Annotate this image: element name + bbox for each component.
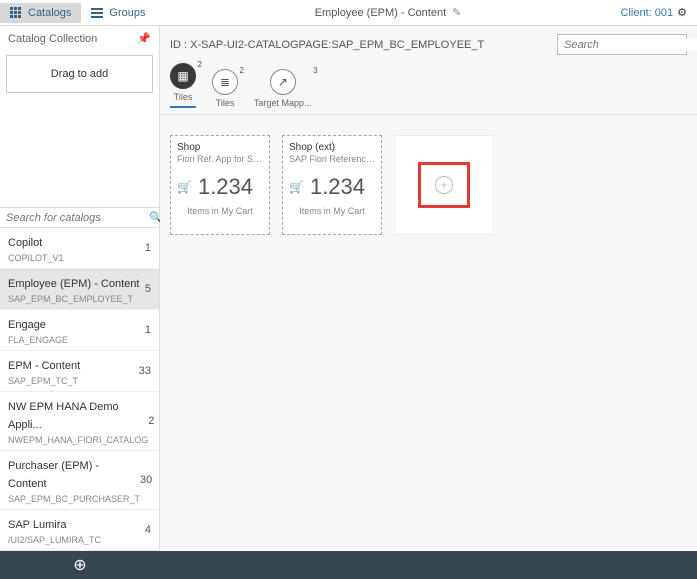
catalog-search[interactable]: 🔍 [0,207,159,228]
catalog-sub: SAP_EPM_BC_PURCHASER_T [8,494,140,504]
pencil-icon[interactable]: ✎ [452,6,461,19]
tile-sub: Fiori Ref. App for SA... [177,154,263,164]
catalog-count: 33 [139,365,151,377]
catalog-item[interactable]: Engage FLA_ENGAGE 1 [0,310,159,351]
catalog-sub: FLA_ENGAGE [8,335,68,345]
content-search[interactable]: 🔍 [557,34,687,55]
main-area: Catalog Collection 📌 Drag to add 🔍 Copil… [0,26,697,579]
drag-to-add[interactable]: Drag to add [6,55,153,93]
bottom-strip [160,551,697,579]
catalog-item[interactable]: Purchaser (EPM) - Content SAP_EPM_BC_PURC… [0,451,159,510]
catalog-sub: SAP_EPM_BC_EMPLOYEE_T [8,294,139,304]
header-right: Client: 001 ⚙ [621,6,697,19]
viewtab-badge: 3 [313,66,317,75]
sidebar: Catalog Collection 📌 Drag to add 🔍 Copil… [0,26,160,579]
viewtab-icon: ▦ [170,63,196,89]
catalog-name: Copilot [8,237,42,249]
grid-icon [10,7,22,19]
catalog-name: Engage [8,319,46,331]
drag-label: Drag to add [51,68,108,80]
pin-icon[interactable]: 📌 [137,32,151,45]
catalog-count: 4 [145,524,151,536]
viewtab-label: Target Mapp... [254,98,312,108]
catalog-sub: NWEPM_HANA_FIORI_CATALOG [8,435,148,445]
catalog-name: Employee (EPM) - Content [8,278,139,290]
header-title-area: Employee (EPM) - Content ✎ [156,6,621,19]
content-fill [160,255,697,551]
view-tab[interactable]: ▦2Tiles [170,63,196,108]
sidebar-head: Catalog Collection 📌 [0,26,159,51]
catalog-list[interactable]: Copilot COPILOT_V1 1 Employee (EPM) - Conte… [0,228,159,551]
catalog-item[interactable]: SAP Lumira/UI2/SAP_LUMIRA_TC 4 [0,510,159,551]
client-label: Client: 001 [621,7,674,19]
tab-catalogs[interactable]: Catalogs [0,3,81,23]
catalog-search-input[interactable] [6,212,149,224]
viewtab-icon: ↗ [270,69,296,95]
tile-footer: Items in My Cart [177,206,263,216]
tile-value: 🛒1.234 [177,174,263,200]
content-area: ID : X-SAP-UI2-CATALOGPAGE:SAP_EPM_BC_EM… [160,26,697,579]
view-tab[interactable]: ↗3Target Mapp... [254,69,312,108]
tab-label: Groups [109,7,145,19]
tile-value: 🛒1.234 [289,174,375,200]
catalog-count: 1 [145,324,151,336]
catalog-name: Purchaser (EPM) - Content [8,460,99,490]
cart-icon: 🛒 [289,180,304,194]
catalog-count: 5 [145,283,151,295]
tile-sub: SAP Fiori Reference... [289,154,375,164]
app-header: Catalogs Groups Employee (EPM) - Content… [0,0,697,26]
sidebar-spacer [0,97,159,207]
header-left: Catalogs Groups [0,3,156,23]
sidebar-footer: ⊕ [0,551,160,579]
viewtab-label: Tiles [216,98,235,108]
viewtab-icon: ≣ [212,69,238,95]
catalog-name: EPM - Content [8,360,80,372]
catalog-count: 30 [140,474,152,486]
content-search-input[interactable] [564,39,697,51]
sidebar-title: Catalog Collection [8,33,97,45]
viewtab-label: Tiles [174,92,193,102]
catalog-count: 1 [145,242,151,254]
viewtab-badge: 2 [198,60,202,69]
tiles-area: ShopFiori Ref. App for SA... 🛒1.234 Items … [160,115,697,255]
tile-title: Shop [177,142,263,153]
gear-icon[interactable]: ⚙ [677,6,687,19]
catalog-id: ID : X-SAP-UI2-CATALOGPAGE:SAP_EPM_BC_EM… [170,39,557,51]
catalog-item[interactable]: Employee (EPM) - Content SAP_EPM_BC_EMPLO… [0,269,159,310]
catalog-count: 2 [148,415,154,427]
catalog-sub: COPILOT_V1 [8,253,64,263]
add-highlight: + [418,162,470,208]
catalog-item[interactable]: EPM - Content SAP_EPM_TC_T 33 [0,351,159,392]
catalog-sub: SAP_EPM_TC_T [8,376,80,386]
tile[interactable]: ShopFiori Ref. App for SA... 🛒1.234 Items … [170,135,270,235]
list-icon [91,7,103,19]
plus-icon: + [435,176,453,194]
catalog-name: SAP Lumira [8,519,67,531]
page-title: Employee (EPM) - Content [315,7,446,19]
catalog-name: NW EPM HANA Demo Appli... [8,401,119,431]
view-tabs: ▦2Tiles≣2Tiles↗3Target Mapp... [160,63,697,115]
content-header: ID : X-SAP-UI2-CATALOGPAGE:SAP_EPM_BC_EM… [160,26,697,63]
tab-groups[interactable]: Groups [81,3,155,23]
catalog-sub: /UI2/SAP_LUMIRA_TC [8,535,101,545]
tile[interactable]: Shop (ext)SAP Fiori Reference... 🛒1.234 It… [282,135,382,235]
add-icon[interactable]: ⊕ [73,555,86,575]
view-tab[interactable]: ≣2Tiles [212,69,238,108]
add-tile[interactable]: + [394,135,494,235]
catalog-item[interactable]: NW EPM HANA Demo Appli... NWEPM_HANA_FIOR… [0,392,159,451]
viewtab-badge: 2 [240,66,244,75]
tile-footer: Items in My Cart [289,206,375,216]
tab-label: Catalogs [28,7,71,19]
cart-icon: 🛒 [177,180,192,194]
tile-title: Shop (ext) [289,142,375,153]
catalog-item[interactable]: Copilot COPILOT_V1 1 [0,228,159,269]
